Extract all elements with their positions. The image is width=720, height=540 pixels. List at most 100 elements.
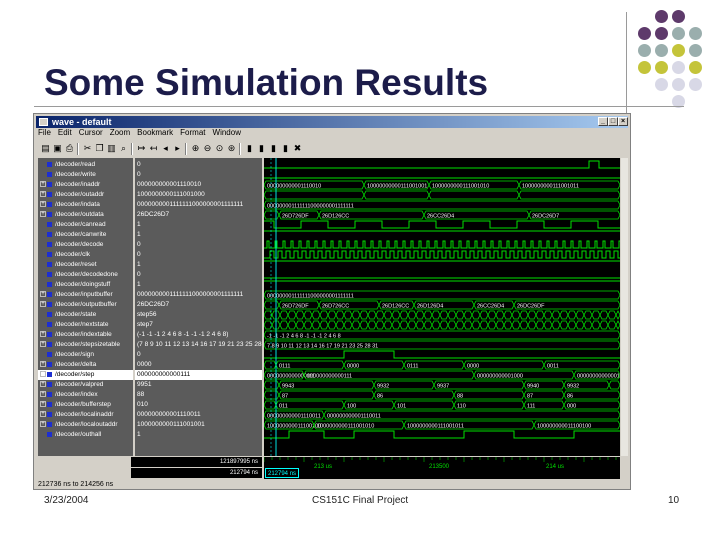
signal-icon	[47, 421, 52, 427]
waveform-canvas[interactable]: 000000000001110010 10000000000111001001 10…	[264, 158, 620, 456]
signal-name-row[interactable]: /decoder/canread	[38, 220, 133, 230]
signal-value: (7 8 9 10 11 12 13 14 16 17 19 21 23 25 …	[137, 341, 262, 348]
step-icon[interactable]: ▮	[256, 143, 267, 154]
signal-name-row[interactable]: /decoder/state	[38, 310, 133, 320]
menu-window[interactable]: Window	[213, 128, 241, 137]
footer-center: CS151C Final Project	[312, 495, 409, 506]
toolbar-separator	[185, 143, 187, 155]
break-icon[interactable]: ▮	[280, 143, 291, 154]
signal-icon	[47, 371, 52, 377]
menu-bookmark[interactable]: Bookmark	[137, 128, 173, 137]
expand-icon[interactable]: +	[40, 291, 46, 298]
signal-name-row[interactable]: /decoder/read	[38, 160, 133, 170]
signal-name-row[interactable]: /decoder/decode	[38, 240, 133, 250]
expand-icon[interactable]: +	[40, 391, 46, 398]
signal-name-row[interactable]: + /decoder/stepsizetable	[38, 340, 133, 350]
vertical-scrollbar[interactable]	[621, 158, 628, 456]
toolbar-separator	[239, 143, 241, 155]
signal-icon	[47, 321, 52, 327]
expand-icon[interactable]: +	[40, 421, 46, 428]
wave-window: wave - default _ □ × File Edit Cursor Zoom B…	[33, 113, 631, 490]
copy-icon[interactable]: ❐	[94, 143, 105, 154]
signal-name-row[interactable]: + /decoder/inaddr	[38, 180, 133, 190]
signal-name-row[interactable]: + /decoder/localoutaddr	[38, 420, 133, 430]
insert-cursor-icon[interactable]: ↦	[136, 143, 147, 154]
signal-name-row[interactable]: /decoder/nextstate	[38, 320, 133, 330]
signal-name-row[interactable]: + /decoder/indextable	[38, 330, 133, 340]
zoom-in-icon[interactable]: ⊕	[190, 143, 201, 154]
expand-icon[interactable]: +	[40, 401, 46, 408]
decorative-dot	[655, 61, 668, 74]
paste-icon[interactable]: ▥	[106, 143, 117, 154]
save-icon[interactable]: ▣	[52, 143, 63, 154]
close-button[interactable]: ×	[618, 117, 628, 126]
prev-edge-icon[interactable]: ◂	[160, 143, 171, 154]
signal-name-row[interactable]: + /decoder/bufferstep	[38, 400, 133, 410]
zoom-area-icon[interactable]: ⊛	[226, 143, 237, 154]
signal-name-row[interactable]: /decoder/decodedone	[38, 270, 133, 280]
menu-format[interactable]: Format	[180, 128, 205, 137]
signal-icon	[47, 291, 52, 297]
signal-icon	[47, 401, 52, 407]
signal-value: 1	[137, 261, 141, 268]
signal-name-row[interactable]: /decoder/outhall	[38, 430, 133, 440]
signal-value-panel: 0 0 000000000001110010 1000000000111001000 0…	[135, 158, 262, 456]
signal-name-row[interactable]: + /decoder/outdata	[38, 210, 133, 220]
expand-icon[interactable]: +	[40, 211, 46, 218]
signal-name-row[interactable]: + /decoder/inputbuffer	[38, 290, 133, 300]
signal-icon	[47, 171, 52, 177]
open-icon[interactable]: ▤	[40, 143, 51, 154]
signal-name-row[interactable]: /decoder/canwrite	[38, 230, 133, 240]
continue-icon[interactable]: ▮	[268, 143, 279, 154]
menu-file[interactable]: File	[38, 128, 51, 137]
zoom-full-icon[interactable]: ⊙	[214, 143, 225, 154]
print-icon[interactable]: ⎙	[64, 143, 75, 154]
expand-icon[interactable]: +	[40, 191, 46, 198]
expand-icon[interactable]: +	[40, 411, 46, 418]
expand-icon[interactable]: +	[40, 201, 46, 208]
stop-icon[interactable]: ✖	[292, 143, 303, 154]
expand-icon[interactable]: +	[40, 361, 46, 368]
expand-icon[interactable]: +	[40, 301, 46, 308]
signal-name-row[interactable]: /decoder/reset	[38, 260, 133, 270]
menu-bar: File Edit Cursor Zoom Bookmark Format Window	[38, 128, 248, 140]
signal-name-row[interactable]: + /decoder/index	[38, 390, 133, 400]
expand-icon[interactable]: +	[40, 371, 46, 378]
waveform-panel[interactable]: 000000000001110010 10000000000111001001 10…	[264, 158, 620, 456]
signal-name-row[interactable]: + /decoder/step	[38, 370, 133, 380]
timeline-area[interactable]: 213 us 213500 214 us	[263, 457, 620, 479]
signal-name-row[interactable]: /decoder/doingstuff	[38, 280, 133, 290]
signal-name-row[interactable]: /decoder/clk	[38, 250, 133, 260]
signal-name-row[interactable]: + /decoder/localinaddr	[38, 410, 133, 420]
zoom-out-icon[interactable]: ⊖	[202, 143, 213, 154]
signal-name-row[interactable]: /decoder/write	[38, 170, 133, 180]
expand-icon[interactable]: +	[40, 331, 46, 338]
expand-icon[interactable]: +	[40, 381, 46, 388]
signal-name-row[interactable]: + /decoder/valpred	[38, 380, 133, 390]
menu-edit[interactable]: Edit	[58, 128, 72, 137]
signal-name: /decoder/valpred	[55, 381, 104, 388]
timeline-tick-label: 214 us	[546, 464, 564, 470]
signal-name-row[interactable]: /decoder/sign	[38, 350, 133, 360]
cut-icon[interactable]: ✂	[82, 143, 93, 154]
signal-name-row[interactable]: + /decoder/delta	[38, 360, 133, 370]
menu-zoom[interactable]: Zoom	[110, 128, 130, 137]
next-edge-icon[interactable]: ▸	[172, 143, 183, 154]
signal-value: 0	[137, 251, 141, 258]
maximize-button[interactable]: □	[608, 117, 618, 126]
cursor-time-label[interactable]: 212794 ns	[265, 468, 300, 478]
window-title: wave - default	[52, 117, 112, 127]
signal-name: /decoder/inputbuffer	[55, 291, 113, 298]
decorative-dot	[638, 44, 651, 57]
minimize-button[interactable]: _	[598, 117, 608, 126]
bus-wave	[264, 360, 620, 370]
signal-name-row[interactable]: + /decoder/outaddr	[38, 190, 133, 200]
run-icon[interactable]: ▮	[244, 143, 255, 154]
delete-cursor-icon[interactable]: ↤	[148, 143, 159, 154]
expand-icon[interactable]: +	[40, 181, 46, 188]
signal-name-row[interactable]: + /decoder/outputbuffer	[38, 300, 133, 310]
menu-cursor[interactable]: Cursor	[79, 128, 103, 137]
expand-icon[interactable]: +	[40, 341, 46, 348]
find-icon[interactable]: ⌕	[118, 143, 129, 154]
signal-name-row[interactable]: + /decoder/indata	[38, 200, 133, 210]
